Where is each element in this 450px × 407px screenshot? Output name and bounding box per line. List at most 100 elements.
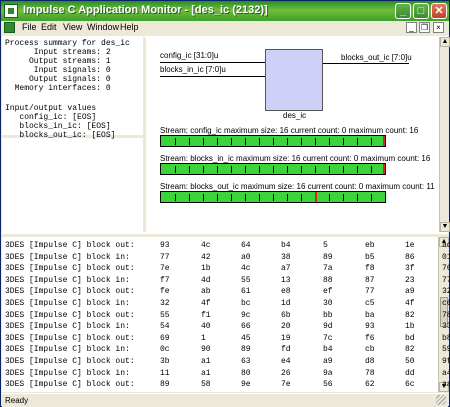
stream-tick (301, 194, 302, 201)
log-byte: 9f (442, 357, 450, 366)
stream-tick (217, 166, 218, 173)
app-window: Impulse C Application Monitor - [des_ic … (0, 0, 450, 407)
resize-grip-icon[interactable] (436, 395, 446, 405)
menu-bar: File Edit View Window Help _ ❐ × (1, 21, 449, 35)
stream-bar-blocks-out-ic (160, 191, 386, 203)
log-byte: bd (405, 333, 415, 343)
stream-tick (287, 166, 288, 173)
scroll-down-icon[interactable]: ▼ (440, 222, 450, 232)
log-byte: 82 (405, 345, 415, 355)
app-icon (4, 4, 18, 18)
log-byte: 9c (241, 310, 251, 320)
stream-tick (357, 138, 358, 145)
log-byte: 13 (281, 275, 291, 285)
child-close-button[interactable]: × (433, 22, 444, 33)
log-byte: a4 (442, 368, 450, 378)
stream-tick (175, 194, 176, 201)
stream-tick (371, 138, 372, 145)
menu-help[interactable]: Help (120, 22, 139, 32)
stream-tick (329, 194, 330, 201)
log-byte: 30 (323, 299, 333, 308)
minimize-button[interactable]: _ (395, 3, 411, 19)
log-byte: 32 (442, 287, 450, 297)
log-byte: 54 (160, 322, 170, 332)
log-byte: a9 (323, 357, 333, 366)
log-byte: 5 (323, 241, 328, 250)
maximize-button[interactable]: □ (413, 3, 429, 19)
process-block[interactable] (265, 49, 323, 111)
log-byte: 7a (323, 264, 333, 274)
log-prefix: 3DES [Impulse C] block out: (5, 241, 135, 250)
log-byte: 77 (160, 252, 170, 262)
stream-tick (259, 166, 260, 173)
menu-view[interactable]: View (63, 22, 82, 32)
io-value-line: blocks_out_ic: [EOS] (5, 131, 116, 140)
scroll-up-icon[interactable]: ▲ (440, 37, 450, 47)
log-byte: fd (281, 345, 291, 355)
stream-tick (315, 138, 316, 145)
menu-edit[interactable]: Edit (41, 22, 57, 32)
log-byte: 01 (442, 252, 450, 262)
child-minimize-button[interactable]: _ (406, 22, 417, 33)
log-byte: 1b (405, 322, 415, 332)
log-byte: 40 (201, 322, 211, 332)
stream-bar-blocks-in-ic (160, 163, 386, 175)
stream-tick (371, 194, 372, 201)
log-byte: 69 (160, 333, 170, 343)
log-byte: 26 (281, 368, 291, 378)
log-byte: 1d (281, 299, 291, 308)
log-byte: a7 (281, 264, 291, 274)
max-count-marker (383, 164, 385, 174)
log-byte: eb (365, 241, 375, 250)
log-byte: aa (442, 380, 450, 390)
log-prefix: 3DES [Impulse C] block out: (5, 287, 135, 297)
log-byte: 42 (201, 252, 211, 262)
close-button[interactable]: ✕ (431, 3, 447, 19)
stream-tick (329, 166, 330, 173)
port-blocks-out-ic: blocks_out_ic [7:0]u (341, 53, 412, 62)
log-byte: bb (323, 310, 333, 320)
stream-tick (287, 138, 288, 145)
stream-tick (175, 138, 176, 145)
log-byte: a0 (241, 252, 251, 262)
log-byte: 6c (405, 380, 415, 390)
menu-window[interactable]: Window (87, 22, 119, 32)
stream-tick (273, 194, 274, 201)
menu-file[interactable]: File (22, 22, 37, 32)
log-byte: a1 (201, 357, 211, 366)
stream-label-blocks-in-ic: Stream: blocks_in_ic maximum size: 16 cu… (160, 154, 431, 163)
process-summary-pane: Process summary for des_ic Input streams… (2, 37, 146, 232)
status-text: Ready (5, 396, 29, 405)
log-byte: 4c (201, 241, 211, 250)
log-byte: 33 (442, 322, 450, 332)
stream-tick (343, 138, 344, 145)
output-log[interactable]: ▲ ▼ 3DES [Impulse C] block out: 93 4c 64 b4 5… (2, 234, 450, 392)
log-byte: c6 (442, 299, 450, 308)
title-bar[interactable]: Impulse C Application Monitor - [des_ic … (1, 1, 449, 21)
stream-tick (189, 166, 190, 173)
log-byte: 61 (241, 287, 251, 297)
log-prefix: 3DES [Impulse C] block out: (5, 310, 135, 320)
process-name: des_ic (283, 111, 307, 120)
stream-tick (231, 138, 232, 145)
config-ic-wire (160, 62, 265, 63)
log-byte: bc (241, 299, 251, 308)
log-byte: f8 (365, 264, 375, 274)
vertical-scrollbar[interactable]: ▲ ▼ (439, 37, 450, 232)
log-byte: 87 (365, 275, 375, 285)
stream-tick (259, 194, 260, 201)
stream-tick (231, 194, 232, 201)
log-byte: 19 (281, 333, 291, 343)
stream-tick (329, 138, 330, 145)
log-byte: 38 (281, 252, 291, 262)
child-restore-button[interactable]: ❐ (419, 22, 430, 33)
log-byte: f1 (201, 310, 211, 320)
log-byte: 20 (281, 322, 291, 332)
stream-tick (245, 166, 246, 173)
stream-tick (217, 138, 218, 145)
document-icon[interactable] (4, 22, 15, 33)
stream-tick (189, 138, 190, 145)
blocks-out-ic-wire (323, 63, 409, 64)
log-byte: 89 (323, 252, 333, 262)
log-byte: b5 (365, 252, 375, 262)
